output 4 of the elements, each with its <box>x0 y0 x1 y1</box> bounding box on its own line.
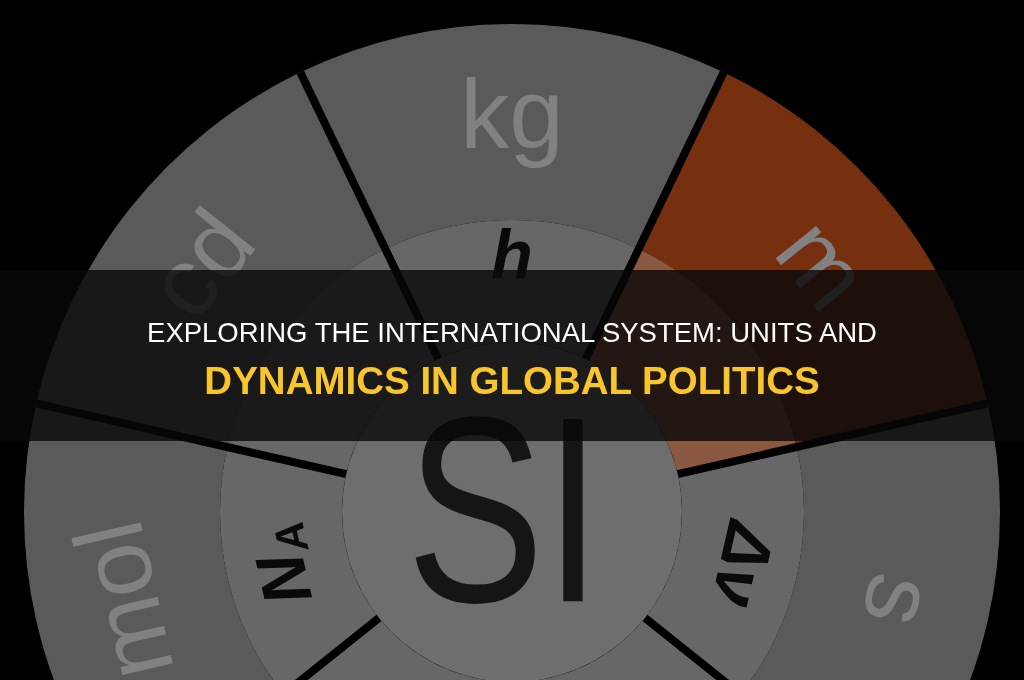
title-line: DYNAMICS IN GLOBAL POLITICS <box>204 358 820 404</box>
center-label: SI <box>406 409 602 611</box>
title-line: EXPLORING THE INTERNATIONAL SYSTEM: UNITS AND <box>147 316 877 349</box>
constant-label: Δν <box>696 515 792 615</box>
